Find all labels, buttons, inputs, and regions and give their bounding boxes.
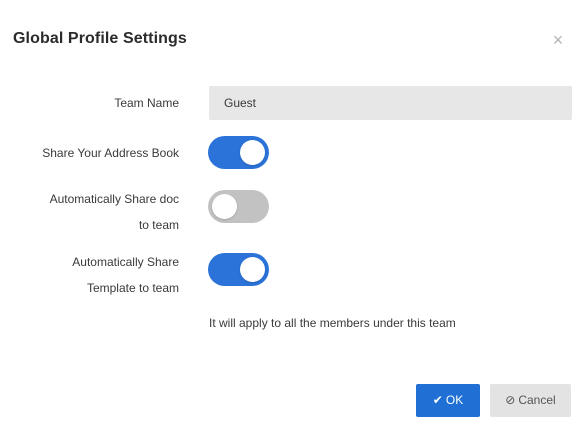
share-doc-label-line1: Automatically Share doc xyxy=(49,192,179,206)
team-name-input[interactable] xyxy=(209,86,572,120)
check-icon: ✔ xyxy=(432,393,443,407)
global-profile-settings-dialog: Global Profile Settings × Team Name Shar… xyxy=(0,0,579,426)
toggle-knob xyxy=(212,194,237,219)
share-template-label-line1: Automatically Share xyxy=(72,255,179,269)
share-doc-label-line2: to team xyxy=(138,218,179,232)
cancel-button[interactable]: ⊘ Cancel xyxy=(490,384,571,417)
apply-note: It will apply to all the members under t… xyxy=(209,316,456,330)
close-icon: × xyxy=(552,30,564,50)
share-doc-toggle[interactable] xyxy=(208,190,269,223)
ok-button-label: OK xyxy=(445,393,464,407)
dialog-title: Global Profile Settings xyxy=(13,30,187,47)
cancel-button-label: Cancel xyxy=(518,393,556,407)
share-address-book-label: Share Your Address Book xyxy=(42,146,179,160)
share-address-book-toggle[interactable] xyxy=(208,136,269,169)
share-template-toggle[interactable] xyxy=(208,253,269,286)
toggle-knob xyxy=(240,140,265,165)
team-name-label: Team Name xyxy=(114,96,179,110)
close-button[interactable]: × xyxy=(549,31,567,49)
ok-button[interactable]: ✔ OK xyxy=(416,384,480,417)
toggle-knob xyxy=(240,257,265,282)
ban-icon: ⊘ xyxy=(505,393,516,407)
share-template-label-line2: Template to team xyxy=(86,281,179,295)
